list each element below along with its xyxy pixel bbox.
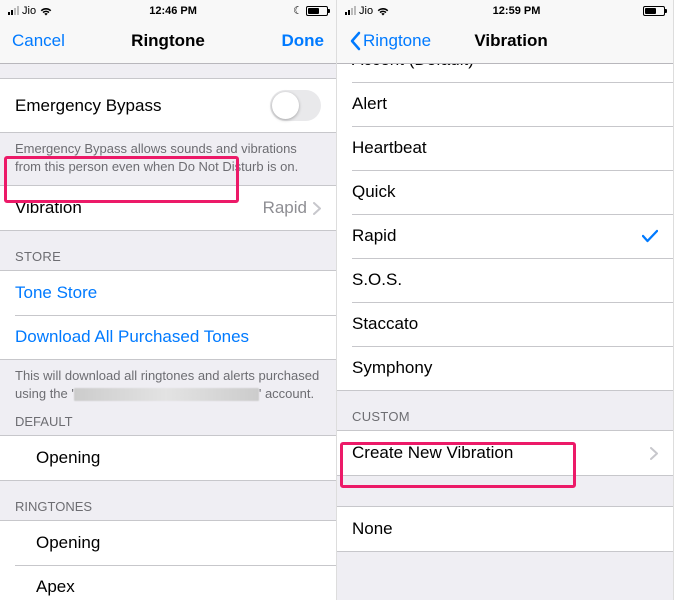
store-section-header: STORE xyxy=(0,231,336,270)
emergency-bypass-label: Emergency Bypass xyxy=(15,96,161,116)
default-tone-row[interactable]: Opening xyxy=(0,436,336,480)
do-not-disturb-icon: ☾ xyxy=(293,4,303,17)
vibration-none-row[interactable]: None xyxy=(337,507,673,551)
create-new-vibration-row[interactable]: Create New Vibration xyxy=(337,431,673,475)
nav-bar: Ringtone Vibration xyxy=(337,20,673,64)
status-time: 12:46 PM xyxy=(149,5,197,17)
ringtone-row[interactable]: Apex xyxy=(0,565,336,600)
vibration-option-label: Accent (Default) xyxy=(352,64,474,70)
vibration-option-row[interactable]: Alert xyxy=(337,82,673,126)
vibration-row[interactable]: Vibration Rapid xyxy=(0,186,336,230)
chevron-right-icon xyxy=(650,447,658,460)
default-section-header: DEFAULT xyxy=(0,406,336,435)
vibration-option-row[interactable]: Staccato xyxy=(337,302,673,346)
carrier-label: Jio xyxy=(22,5,36,17)
vibration-option-label: Alert xyxy=(352,94,387,114)
download-tones-row[interactable]: Download All Purchased Tones xyxy=(0,315,336,359)
tone-store-link: Tone Store xyxy=(15,283,97,303)
status-bar: Jio 12:59 PM xyxy=(337,0,673,20)
vibration-option-label: Heartbeat xyxy=(352,138,427,158)
vibration-option-row[interactable]: Accent (Default) xyxy=(337,64,673,82)
wifi-icon xyxy=(376,6,390,16)
nav-bar: Cancel Ringtone Done xyxy=(0,20,336,64)
ringtone-label: Opening xyxy=(36,533,100,553)
vibration-option-row[interactable]: Heartbeat xyxy=(337,126,673,170)
ringtone-label: Apex xyxy=(36,577,75,597)
checkmark-icon xyxy=(642,229,658,243)
vibration-option-row[interactable]: Rapid xyxy=(337,214,673,258)
vibration-option-row[interactable]: S.O.S. xyxy=(337,258,673,302)
battery-icon xyxy=(643,6,665,16)
custom-section-header: CUSTOM xyxy=(337,391,673,430)
emergency-bypass-footer: Emergency Bypass allows sounds and vibra… xyxy=(0,133,336,179)
back-button[interactable]: Ringtone xyxy=(349,31,431,51)
create-new-vibration-label: Create New Vibration xyxy=(352,443,513,463)
nav-title: Vibration xyxy=(474,31,547,51)
chevron-right-icon xyxy=(313,202,321,215)
vibration-label: Vibration xyxy=(15,198,82,218)
status-bar: Jio 12:46 PM ☾ xyxy=(0,0,336,20)
chevron-left-icon xyxy=(349,31,361,51)
vibration-option-row[interactable]: Quick xyxy=(337,170,673,214)
status-time: 12:59 PM xyxy=(493,5,541,17)
tone-store-row[interactable]: Tone Store xyxy=(0,271,336,315)
battery-icon xyxy=(306,6,328,16)
ringtones-section-header: RINGTONES xyxy=(0,481,336,520)
back-label: Ringtone xyxy=(363,31,431,51)
vibration-option-row[interactable]: Symphony xyxy=(337,346,673,390)
vibration-option-label: Staccato xyxy=(352,314,418,334)
ringtones-list: OpeningApexBeacon xyxy=(0,520,336,600)
vibration-settings-screen: Jio 12:59 PM Ringtone Vibration Accent (… xyxy=(337,0,674,600)
emergency-bypass-toggle[interactable] xyxy=(270,90,321,121)
done-button[interactable]: Done xyxy=(282,31,325,51)
ringtone-row[interactable]: Opening xyxy=(0,521,336,565)
ringtone-settings-screen: Jio 12:46 PM ☾ Cancel Ringtone Done Emer… xyxy=(0,0,337,600)
signal-strength-icon xyxy=(345,6,356,15)
download-tones-link: Download All Purchased Tones xyxy=(15,327,249,347)
carrier-label: Jio xyxy=(359,5,373,17)
vibration-option-label: S.O.S. xyxy=(352,270,402,290)
wifi-icon xyxy=(39,6,53,16)
cancel-button[interactable]: Cancel xyxy=(12,31,65,51)
store-footer: This will download all ringtones and ale… xyxy=(0,360,336,406)
default-tone-label: Opening xyxy=(36,448,100,468)
redacted-account xyxy=(74,388,259,401)
vibration-option-label: Quick xyxy=(352,182,395,202)
vibration-value: Rapid xyxy=(263,198,313,218)
nav-title: Ringtone xyxy=(131,31,205,51)
vibration-none-label: None xyxy=(352,519,393,539)
vibration-option-label: Rapid xyxy=(352,226,396,246)
vibration-option-label: Symphony xyxy=(352,358,432,378)
emergency-bypass-row[interactable]: Emergency Bypass xyxy=(0,79,336,132)
standard-vibration-list: Accent (Default) Alert Heartbeat Quick Rapi… xyxy=(337,64,673,391)
signal-strength-icon xyxy=(8,6,19,15)
